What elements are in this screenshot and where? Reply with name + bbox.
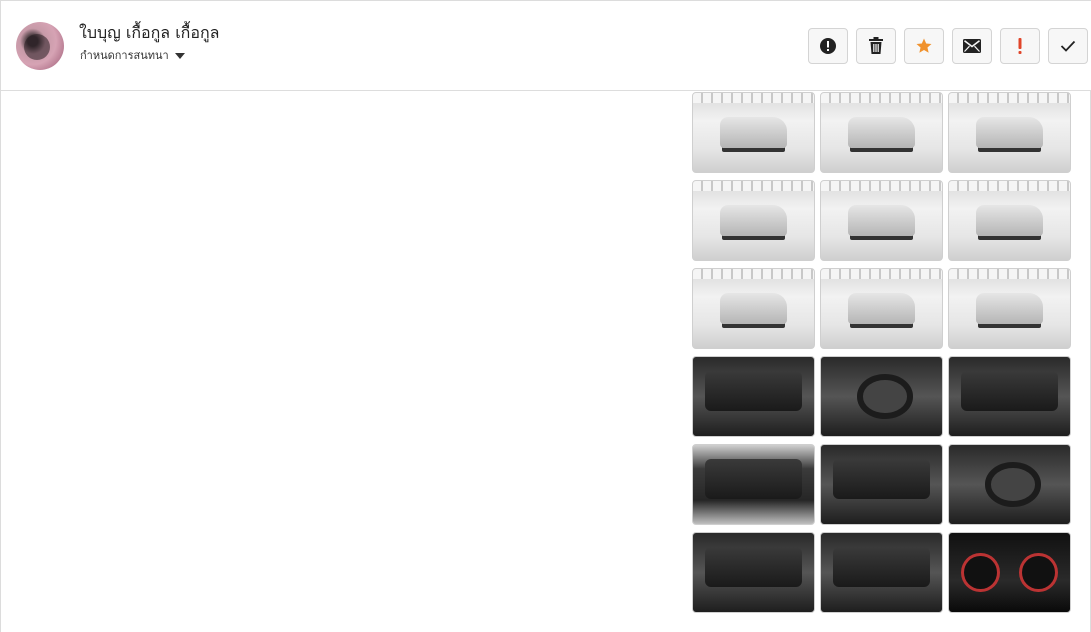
gallery-image-instrument-cluster[interactable]: [948, 532, 1071, 613]
gallery-image-driver-seat[interactable]: [948, 444, 1071, 525]
gallery-image-center-console[interactable]: [692, 532, 815, 613]
star-button[interactable]: [904, 28, 944, 64]
mail-button[interactable]: [952, 28, 992, 64]
assign-conversation-dropdown[interactable]: กำหนดการสนทนา: [80, 46, 185, 64]
studio-ceiling: [693, 93, 814, 103]
gallery-image-front-right[interactable]: [820, 268, 943, 349]
check-icon: [1060, 40, 1076, 52]
pickup-truck: [719, 292, 788, 325]
gallery-image-steering-dashboard[interactable]: [820, 356, 943, 437]
done-button[interactable]: [1048, 28, 1088, 64]
gallery-image-rear-right[interactable]: [948, 92, 1071, 173]
exclamation-circle-icon: [820, 38, 836, 54]
report-button[interactable]: [808, 28, 848, 64]
caret-down-icon: [174, 52, 185, 59]
pickup-truck: [847, 116, 916, 149]
gallery-image-engine-bay[interactable]: [692, 444, 815, 525]
avatar[interactable]: [16, 22, 64, 70]
gallery-image-front[interactable]: [820, 92, 943, 173]
studio-ceiling: [693, 269, 814, 279]
gallery-image-wheel-closeup[interactable]: [948, 268, 1071, 349]
steering-wheel: [985, 462, 1041, 507]
studio-ceiling: [821, 93, 942, 103]
contact-name: ใบบุญ เกื้อกูล เกื้อกูล: [79, 23, 220, 42]
conversation-header: ใบบุญ เกื้อกูล เกื้อกูล กำหนดการสนทนา: [1, 1, 1091, 91]
exclamation-icon: [1018, 38, 1022, 54]
trash-icon: [869, 37, 883, 54]
assign-conversation-label: กำหนดการสนทนา: [80, 49, 169, 62]
gallery-image-rear[interactable]: [948, 180, 1071, 261]
steering-wheel: [857, 374, 913, 419]
studio-ceiling: [821, 181, 942, 191]
pickup-truck: [847, 204, 916, 237]
pickup-truck: [847, 292, 916, 325]
gallery-image-front-left[interactable]: [692, 92, 815, 173]
gallery-image-rear-seat[interactable]: [820, 532, 943, 613]
gallery-image-side-left-wide[interactable]: [692, 268, 815, 349]
studio-ceiling: [949, 269, 1070, 279]
pickup-truck: [975, 116, 1044, 149]
interior-detail: [833, 547, 930, 587]
interior-detail: [961, 371, 1058, 411]
gallery-image-cabin-front[interactable]: [820, 444, 943, 525]
studio-ceiling: [949, 93, 1070, 103]
tachometer-gauge: [961, 552, 1000, 593]
interior-detail: [705, 547, 802, 587]
gallery-image-gear-shift[interactable]: [948, 356, 1071, 437]
studio-ceiling: [693, 181, 814, 191]
envelope-icon: [963, 39, 981, 53]
gallery-image-rear-left[interactable]: [692, 180, 815, 261]
pickup-truck: [975, 204, 1044, 237]
pickup-truck: [719, 204, 788, 237]
conversation-window: ใบบุญ เกื้อกูล เกื้อกูล กำหนดการสนทนา: [0, 0, 1091, 632]
interior-detail: [705, 371, 802, 411]
speedometer-gauge: [1019, 552, 1058, 593]
image-gallery: [692, 92, 1072, 613]
pickup-truck: [975, 292, 1044, 325]
important-button[interactable]: [1000, 28, 1040, 64]
pickup-truck: [719, 116, 788, 149]
gallery-image-side-left[interactable]: [820, 180, 943, 261]
star-icon: [916, 38, 932, 53]
studio-ceiling: [821, 269, 942, 279]
interior-detail: [833, 459, 930, 499]
gallery-image-door-panel[interactable]: [692, 356, 815, 437]
studio-ceiling: [949, 181, 1070, 191]
interior-detail: [705, 459, 802, 499]
delete-button[interactable]: [856, 28, 896, 64]
action-toolbar: [808, 28, 1088, 64]
